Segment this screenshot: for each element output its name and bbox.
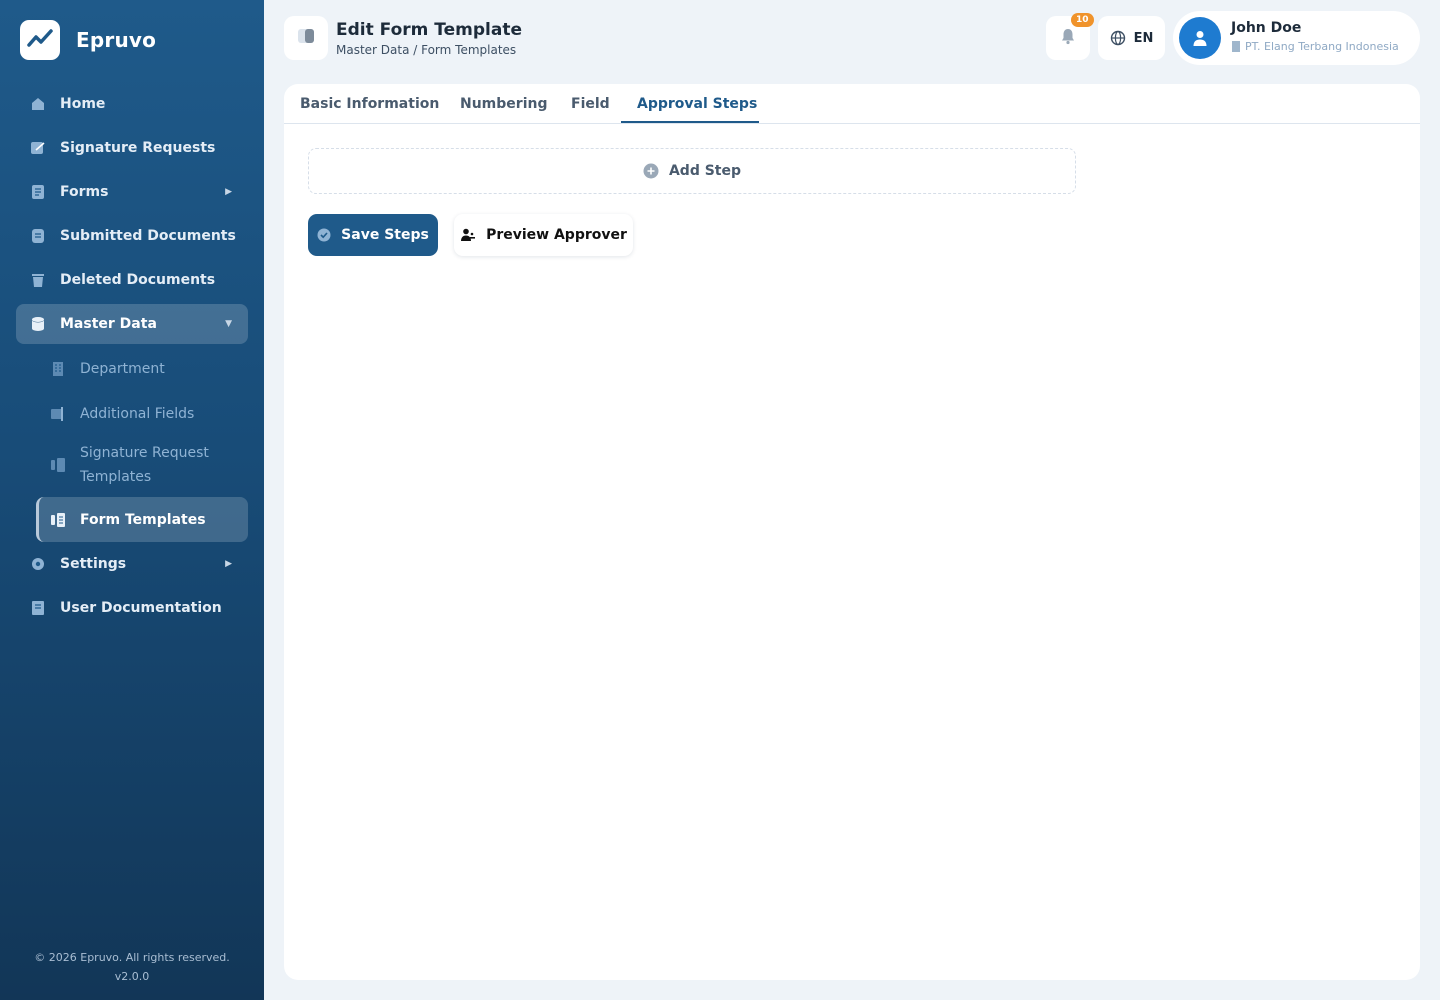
chevron-down-icon: ▼: [225, 319, 232, 329]
save-steps-button[interactable]: Save Steps: [308, 214, 438, 256]
building-icon: [1231, 41, 1241, 52]
submenu-item-label: Signature Request Templates: [80, 445, 209, 485]
submenu-item-label: Department: [80, 360, 165, 377]
user-menu[interactable]: John Doe PT. Elang Terbang Indonesia: [1173, 11, 1420, 65]
sidebar-item-form-templates[interactable]: Form Templates: [36, 497, 248, 542]
plus-circle-icon: [643, 163, 659, 179]
users-icon: [460, 227, 476, 243]
sidebar-item-department[interactable]: Department: [36, 346, 248, 391]
signature-icon: [30, 140, 46, 156]
breadcrumb: Master Data / Form Templates: [336, 43, 517, 57]
database-icon: [30, 316, 46, 332]
submenu-item-label: Additional Fields: [80, 405, 195, 422]
tab-bar: Basic Information Numbering Field Approv…: [284, 84, 1420, 124]
user-icon: [1193, 31, 1207, 46]
sidebar-toggle-icon: [297, 27, 315, 49]
sidebar-item-label: Settings: [60, 556, 127, 572]
brand-logo-icon: [20, 20, 60, 60]
submenu-item-label: Form Templates: [80, 511, 206, 528]
chevron-right-icon: ▶: [225, 559, 232, 569]
user-company-label: PT. Elang Terbang Indonesia: [1245, 40, 1399, 53]
building-icon: [50, 361, 66, 377]
sidebar: Epruvo Home Signature Requests Forms ▶ S…: [0, 0, 264, 1000]
globe-icon: [1110, 30, 1126, 46]
sidebar-item-label: Signature Requests: [60, 140, 216, 156]
save-steps-label: Save Steps: [341, 227, 429, 243]
language-label: EN: [1133, 30, 1154, 46]
template-icon: [50, 512, 66, 528]
add-step-button[interactable]: Add Step: [308, 148, 1076, 194]
bell-icon: [1059, 27, 1077, 49]
content-card: Basic Information Numbering Field Approv…: [284, 84, 1420, 980]
sidebar-item-user-documentation[interactable]: User Documentation: [16, 586, 248, 630]
sidebar-item-signature-requests[interactable]: Signature Requests: [16, 126, 248, 170]
tab-approval-steps[interactable]: Approval Steps: [637, 96, 757, 112]
copyright-text: © 2026 Epruvo. All rights reserved.: [34, 951, 230, 964]
avatar: [1179, 17, 1221, 59]
sidebar-item-settings[interactable]: Settings ▶: [16, 542, 248, 586]
active-tab-indicator: [621, 121, 759, 123]
tab-field[interactable]: Field: [571, 96, 610, 112]
sidebar-item-home[interactable]: Home: [16, 82, 248, 126]
user-name: John Doe: [1231, 20, 1302, 36]
user-company: PT. Elang Terbang Indonesia: [1231, 40, 1399, 53]
sidebar-item-submitted-documents[interactable]: Submitted Documents: [16, 214, 248, 258]
sidebar-item-label: Master Data: [60, 316, 157, 332]
preview-approver-label: Preview Approver: [486, 227, 627, 243]
tab-numbering[interactable]: Numbering: [460, 96, 547, 112]
sidebar-item-label: Forms: [60, 184, 109, 200]
language-switcher[interactable]: EN: [1098, 16, 1165, 60]
sidebar-item-label: Home: [60, 96, 106, 112]
sidebar-item-forms[interactable]: Forms ▶: [16, 170, 248, 214]
preview-approver-button[interactable]: Preview Approver: [454, 214, 633, 256]
sidebar-nav: Home Signature Requests Forms ▶ Submitte…: [16, 82, 248, 630]
master-data-submenu: Department Additional Fields Signature R…: [16, 346, 248, 542]
book-icon: [30, 600, 46, 616]
brand-name: Epruvo: [76, 28, 157, 52]
brand[interactable]: Epruvo: [20, 20, 156, 60]
sidebar-item-label: Deleted Documents: [60, 272, 216, 288]
chevron-right-icon: ▶: [225, 187, 232, 197]
add-step-label: Add Step: [668, 163, 742, 179]
version-text: v2.0.0: [114, 970, 150, 983]
fields-icon: [50, 406, 66, 422]
gear-icon: [30, 556, 46, 572]
sidebar-footer: © 2026 Epruvo. All rights reserved. v2.0…: [0, 948, 264, 986]
forms-icon: [30, 184, 46, 200]
template-icon: [50, 457, 66, 473]
page-title: Edit Form Template: [336, 20, 522, 40]
sidebar-item-label: User Documentation: [60, 600, 222, 616]
sidebar-item-signature-request-templates[interactable]: Signature Request Templates: [36, 436, 248, 494]
sidebar-toggle-button[interactable]: [284, 16, 328, 60]
home-icon: [30, 96, 46, 112]
tab-basic-information[interactable]: Basic Information: [300, 96, 439, 112]
sidebar-item-master-data[interactable]: Master Data ▼: [16, 304, 248, 344]
sidebar-item-label: Submitted Documents: [60, 228, 236, 244]
document-icon: [30, 228, 46, 244]
notification-count-badge: 10: [1071, 13, 1094, 27]
sidebar-item-deleted-documents[interactable]: Deleted Documents: [16, 258, 248, 302]
check-circle-icon: [317, 228, 331, 242]
sidebar-item-additional-fields[interactable]: Additional Fields: [36, 391, 248, 436]
trash-icon: [30, 272, 46, 288]
